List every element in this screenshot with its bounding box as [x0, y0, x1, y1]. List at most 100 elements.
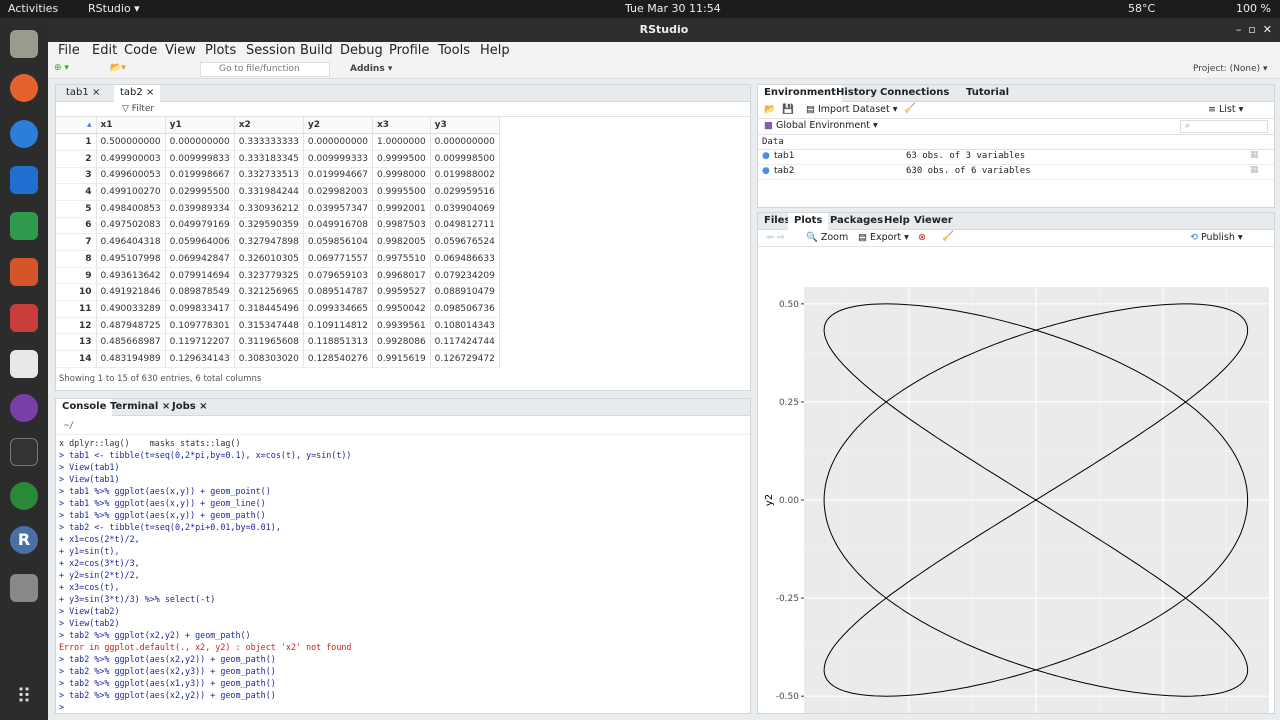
column-header-y2[interactable]: y2	[303, 117, 374, 135]
table-row: 10 0.491921846 0.089878549 0.321256965 0.089…	[56, 283, 500, 302]
table-cell: 0.493613642	[96, 267, 166, 285]
column-header-x2[interactable]: x2	[234, 117, 304, 135]
back-arrow-icon[interactable]: ⇦ ⇨	[766, 232, 785, 243]
app-menu[interactable]: RStudio ▾	[88, 2, 140, 15]
table-cell: 0.118851313	[303, 333, 374, 352]
new-file-icon[interactable]: ⊕ ▾	[54, 63, 69, 73]
table-cell: 0.069771557	[303, 250, 374, 268]
menu-edit[interactable]: Edit	[92, 43, 117, 58]
expand-icon[interactable]: ●	[762, 151, 770, 161]
menu-plots[interactable]: Plots	[205, 43, 236, 58]
table-cell: 0.491921846	[96, 283, 166, 302]
working-directory[interactable]: ~/	[56, 416, 750, 435]
clear-broom-icon[interactable]: 🧹	[904, 103, 916, 114]
view-table-icon[interactable]: ▦	[1250, 165, 1259, 175]
tab-tutorial[interactable]: Tutorial	[960, 85, 1015, 102]
console-line: x dplyr::lag() masks stats::lag()	[59, 438, 241, 448]
tab-tab2[interactable]: tab2 ×	[114, 85, 161, 102]
zoom-button[interactable]: 🔍 Zoom	[806, 232, 848, 243]
table-cell: 0.019998667	[165, 167, 235, 185]
env-search-input[interactable]: ⌕	[1180, 120, 1268, 133]
table-cell: 0.039989334	[165, 200, 235, 218]
impress-icon[interactable]	[10, 258, 38, 286]
env-item[interactable]: ● tab2 630 obs. of 6 variables ▦	[758, 165, 1274, 180]
column-header-x1[interactable]: x1	[96, 117, 166, 135]
filter-button[interactable]: ▽ Filter	[56, 102, 750, 117]
battery[interactable]: 100 %	[1236, 2, 1271, 15]
console-line: > tab2 %>% ggplot(x2,y2) + geom_path()	[59, 630, 251, 640]
column-header-x3[interactable]: x3	[372, 117, 431, 135]
menu-tools[interactable]: Tools	[438, 43, 470, 58]
clock[interactable]: Tue Mar 30 11:54	[625, 2, 721, 15]
table-cell: 0.069942847	[165, 250, 235, 268]
menu-file[interactable]: File	[58, 43, 80, 58]
global-env-dropdown[interactable]: ■ Global Environment ▾	[764, 120, 878, 131]
rstudio-icon[interactable]: R	[10, 526, 38, 554]
chromium-icon[interactable]	[10, 120, 38, 148]
menu-code[interactable]: Code	[124, 43, 157, 58]
temperature: 58°C	[1128, 2, 1156, 15]
remove-plot-icon[interactable]: ⊗	[918, 232, 926, 243]
tab-connections[interactable]: Connections	[874, 85, 955, 102]
menu-profile[interactable]: Profile	[389, 43, 429, 58]
table-cell: 0.323779325	[234, 267, 304, 285]
drive-icon[interactable]	[10, 574, 38, 602]
console-output[interactable]: x dplyr::lag() masks stats::lag() > tab1 …	[56, 435, 750, 715]
load-workspace-icon[interactable]: 📂	[764, 104, 776, 115]
tab-plots[interactable]: Plots	[788, 213, 829, 230]
row-number: 3	[56, 167, 97, 185]
emacs-icon[interactable]	[10, 394, 38, 422]
app-icon-2[interactable]	[10, 482, 38, 510]
menu-session[interactable]: Session	[246, 43, 296, 58]
table-cell: 0.9915619	[372, 350, 431, 368]
env-item[interactable]: ● tab1 63 obs. of 3 variables ▦	[758, 150, 1274, 165]
import-dataset-button[interactable]: ▤ Import Dataset ▾	[806, 104, 898, 115]
table-cell: 0.9975510	[372, 250, 431, 268]
table-cell: 0.490033289	[96, 300, 166, 318]
show-apps-icon[interactable]: ⠿	[10, 684, 38, 712]
project-menu[interactable]: Project: (None) ▾	[1193, 64, 1268, 74]
app-icon[interactable]	[10, 304, 38, 332]
menu-help[interactable]: Help	[480, 43, 510, 58]
table-cell: 0.009998500	[430, 150, 500, 168]
expand-icon[interactable]: ●	[762, 166, 770, 176]
row-number: 13	[56, 333, 97, 352]
menu-debug[interactable]: Debug	[340, 43, 383, 58]
table-cell: 0.308303020	[234, 350, 304, 368]
list-view-dropdown[interactable]: ≡ List ▾	[1208, 104, 1243, 115]
table-cell: 0.117424744	[430, 333, 500, 352]
clear-plots-broom-icon[interactable]: 🧹	[942, 231, 954, 242]
open-file-icon[interactable]: 📂▾	[110, 63, 126, 73]
tab-viewer[interactable]: Viewer	[908, 213, 959, 230]
table-cell: 0.000000000	[430, 133, 500, 151]
y-tick-label: 0.00	[779, 496, 799, 506]
terminal-icon[interactable]	[10, 438, 38, 466]
column-header-y3[interactable]: y3	[430, 117, 500, 135]
menu-view[interactable]: View	[165, 43, 196, 58]
table-cell: 0.9998000	[372, 167, 431, 185]
calc-icon[interactable]	[10, 212, 38, 240]
publish-button[interactable]: ⟲ Publish ▾	[1190, 232, 1243, 243]
view-table-icon[interactable]: ▦	[1250, 150, 1259, 160]
activities-button[interactable]: Activities	[8, 2, 58, 15]
tab-tab1[interactable]: tab1 ×	[60, 85, 106, 102]
dock: R ⠿	[0, 18, 48, 720]
tab-jobs[interactable]: Jobs ×	[166, 399, 214, 416]
save-workspace-icon[interactable]: 💾	[782, 104, 794, 115]
export-button[interactable]: ▤ Export ▾	[858, 232, 909, 243]
table-cell: 0.088910479	[430, 283, 500, 302]
menu-build[interactable]: Build	[300, 43, 333, 58]
data-section-header: Data	[758, 135, 1274, 150]
table-row: 5 0.498400853 0.039989334 0.330936212 0.0399…	[56, 200, 500, 218]
window-controls[interactable]: – ▫ ✕	[1236, 18, 1272, 42]
table-cell: 0.496404318	[96, 233, 166, 251]
addins-menu[interactable]: Addins ▾	[350, 64, 392, 74]
firefox-icon[interactable]	[10, 74, 38, 102]
column-header-y1[interactable]: y1	[165, 117, 235, 135]
console-line: > View(tab1)	[59, 462, 120, 472]
goto-file-input[interactable]: Go to file/function	[200, 62, 330, 77]
latex-icon[interactable]	[10, 350, 38, 378]
files-icon[interactable]	[10, 30, 38, 58]
writer-icon[interactable]	[10, 166, 38, 194]
data-table-container: ▴ x1 y1 x2 y2 x3 y3 1 0.500000000 0.000000000 0.33…	[56, 117, 750, 374]
